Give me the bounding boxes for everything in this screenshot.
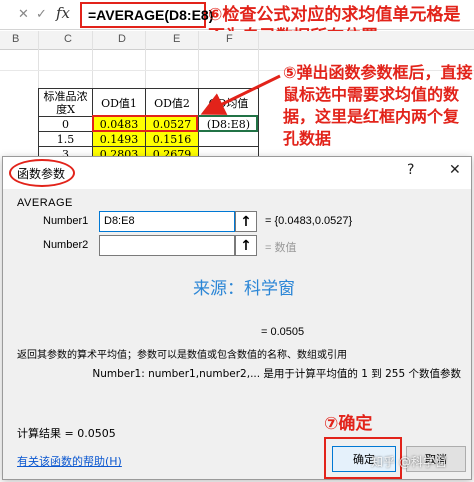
function-name: AVERAGE: [17, 197, 73, 209]
function-description: 返回其参数的算术平均值；参数可以是数值或包含数值的名称、数组或引用: [17, 350, 347, 361]
number1-collapse-icon[interactable]: ↑: [235, 211, 257, 232]
function-arguments-dialog: 函数参数 ? ✕ AVERAGE Number1 D8:E8 ↑ = {0.04…: [2, 156, 472, 480]
help-link[interactable]: 有关该函数的帮助(H): [17, 453, 122, 469]
number2-result: = 数值: [265, 242, 297, 254]
arg-label-number1: Number1: [43, 215, 89, 227]
help-icon[interactable]: ?: [407, 162, 414, 178]
number1-input[interactable]: D8:E8: [99, 211, 235, 232]
dialog-titlebar[interactable]: 函数参数 ? ✕: [3, 157, 471, 189]
close-icon[interactable]: ✕: [449, 162, 461, 178]
number2-input[interactable]: [99, 235, 235, 256]
argument-description: Number1: number1,number2,... 是用于计算平均值的 1…: [92, 368, 461, 380]
number1-result: = {0.0483,0.0527}: [265, 215, 353, 227]
arg-label-number2: Number2: [43, 239, 89, 251]
title-highlight-circle: [9, 159, 75, 187]
annotation-step5: ⑤弹出函数参数框后，直接鼠标选中需要求均值的数据，这里是红框内两个复孔数据: [283, 63, 473, 148]
formula-result: = 0.0505: [261, 326, 305, 338]
calculation-result: 计算结果 = 0.0505: [17, 427, 116, 440]
annotation-step7: ⑦确定: [324, 414, 373, 434]
number2-collapse-icon[interactable]: ↑: [235, 235, 257, 256]
zhihu-watermark: 知乎 @科学窗: [371, 455, 447, 469]
source-watermark: 来源：科学窗: [193, 279, 295, 299]
